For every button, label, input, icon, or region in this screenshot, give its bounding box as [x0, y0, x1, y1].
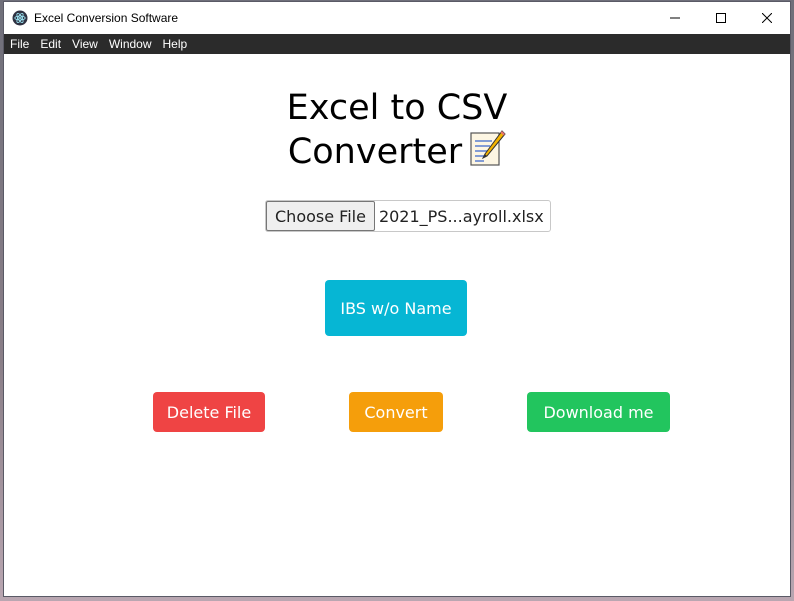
maximize-icon	[716, 13, 726, 23]
download-button[interactable]: Download me	[527, 392, 670, 432]
app-window: Excel Conversion Software File Edit View…	[4, 2, 790, 596]
maximize-button[interactable]	[698, 2, 744, 34]
delete-file-button[interactable]: Delete File	[153, 392, 265, 432]
ibs-without-name-button[interactable]: IBS w/o Name	[325, 280, 467, 336]
choose-file-button[interactable]: Choose File	[266, 201, 375, 231]
menu-bar: File Edit View Window Help	[4, 34, 790, 54]
electron-icon	[12, 10, 28, 26]
title-bar[interactable]: Excel Conversion Software	[4, 2, 790, 34]
file-input[interactable]: Choose File 2021_PS...ayroll.xlsx	[265, 200, 551, 232]
selected-file-name: 2021_PS...ayroll.xlsx	[378, 206, 544, 226]
page-title-line2-wrap: Converter	[4, 129, 790, 177]
minimize-icon	[670, 17, 680, 19]
page-title-line1: Excel to CSV	[286, 88, 508, 128]
convert-button[interactable]: Convert	[349, 392, 443, 432]
menu-window[interactable]: Window	[103, 34, 157, 54]
page-title: Excel to CSV Converter	[4, 88, 790, 177]
minimize-button[interactable]	[652, 2, 698, 34]
page-title-line2: Converter	[287, 132, 463, 172]
close-button[interactable]	[744, 2, 790, 34]
window-controls	[652, 2, 790, 34]
menu-view[interactable]: View	[66, 34, 103, 54]
main-content: Excel to CSV Converter Choose File 2021_…	[4, 54, 790, 596]
menu-file[interactable]: File	[4, 34, 34, 54]
memo-icon	[468, 129, 506, 177]
close-icon	[762, 13, 772, 23]
menu-edit[interactable]: Edit	[34, 34, 66, 54]
menu-help[interactable]: Help	[157, 34, 193, 54]
window-title: Excel Conversion Software	[34, 11, 179, 25]
